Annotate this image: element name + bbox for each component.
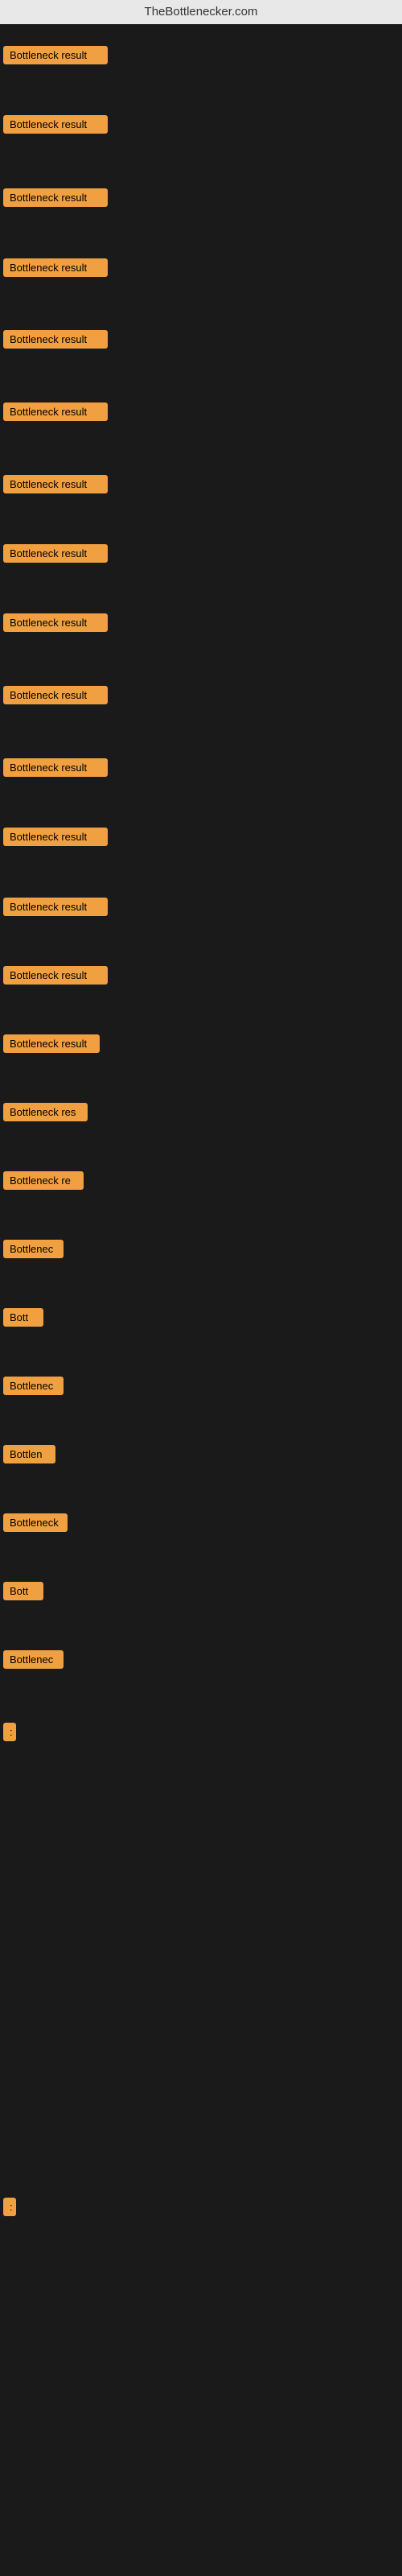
bottleneck-badge-16[interactable]: Bottleneck res bbox=[3, 1103, 88, 1121]
bottleneck-badge-5[interactable]: Bottleneck result bbox=[3, 330, 108, 349]
bottleneck-badge-18[interactable]: Bottlenec bbox=[3, 1240, 64, 1258]
bottleneck-badge-23[interactable]: Bott bbox=[3, 1582, 43, 1600]
bottleneck-badge-10[interactable]: Bottleneck result bbox=[3, 686, 108, 704]
result-row-8: Bottleneck result bbox=[3, 544, 108, 567]
result-row-10: Bottleneck result bbox=[3, 686, 108, 708]
result-row-14: Bottleneck result bbox=[3, 966, 108, 989]
site-title: TheBottlenecker.com bbox=[145, 5, 258, 19]
bottleneck-badge-17[interactable]: Bottleneck re bbox=[3, 1171, 84, 1190]
result-row-7: Bottleneck result bbox=[3, 475, 108, 497]
bottleneck-badge-4[interactable]: Bottleneck result bbox=[3, 258, 108, 277]
result-row-20: Bottlenec bbox=[3, 1377, 64, 1399]
result-row-2: Bottleneck result bbox=[3, 115, 108, 138]
bottleneck-badge-21[interactable]: Bottlen bbox=[3, 1445, 55, 1463]
bottleneck-badge-15[interactable]: Bottleneck result bbox=[3, 1034, 100, 1053]
bottleneck-badge-3[interactable]: Bottleneck result bbox=[3, 188, 108, 207]
result-row-21: Bottlen bbox=[3, 1445, 55, 1468]
result-row-26: : bbox=[3, 2198, 16, 2220]
bottleneck-badge-8[interactable]: Bottleneck result bbox=[3, 544, 108, 563]
result-row-17: Bottleneck re bbox=[3, 1171, 84, 1194]
result-row-11: Bottleneck result bbox=[3, 758, 108, 781]
result-row-12: Bottleneck result bbox=[3, 828, 108, 850]
bottleneck-badge-12[interactable]: Bottleneck result bbox=[3, 828, 108, 846]
bottleneck-badge-24[interactable]: Bottlenec bbox=[3, 1650, 64, 1669]
result-row-5: Bottleneck result bbox=[3, 330, 108, 353]
result-row-25: : bbox=[3, 1723, 16, 1745]
result-row-22: Bottleneck bbox=[3, 1513, 68, 1536]
result-row-16: Bottleneck res bbox=[3, 1103, 88, 1125]
result-row-1: Bottleneck result bbox=[3, 46, 108, 68]
site-title-bar: TheBottlenecker.com bbox=[0, 0, 402, 24]
bottleneck-badge-9[interactable]: Bottleneck result bbox=[3, 613, 108, 632]
bottleneck-badge-20[interactable]: Bottlenec bbox=[3, 1377, 64, 1395]
result-row-13: Bottleneck result bbox=[3, 898, 108, 920]
result-row-24: Bottlenec bbox=[3, 1650, 64, 1673]
bottleneck-badge-6[interactable]: Bottleneck result bbox=[3, 402, 108, 421]
bottleneck-badge-13[interactable]: Bottleneck result bbox=[3, 898, 108, 916]
bottleneck-badge-11[interactable]: Bottleneck result bbox=[3, 758, 108, 777]
result-row-18: Bottlenec bbox=[3, 1240, 64, 1262]
result-row-19: Bott bbox=[3, 1308, 43, 1331]
result-row-23: Bott bbox=[3, 1582, 43, 1604]
bottleneck-badge-19[interactable]: Bott bbox=[3, 1308, 43, 1327]
bottleneck-badge-1[interactable]: Bottleneck result bbox=[3, 46, 108, 64]
bottleneck-badge-26[interactable]: : bbox=[3, 2198, 16, 2216]
result-row-15: Bottleneck result bbox=[3, 1034, 100, 1057]
bottleneck-badge-7[interactable]: Bottleneck result bbox=[3, 475, 108, 493]
result-row-9: Bottleneck result bbox=[3, 613, 108, 636]
bottleneck-badge-14[interactable]: Bottleneck result bbox=[3, 966, 108, 985]
result-row-4: Bottleneck result bbox=[3, 258, 108, 281]
result-row-6: Bottleneck result bbox=[3, 402, 108, 425]
bottleneck-badge-22[interactable]: Bottleneck bbox=[3, 1513, 68, 1532]
bottleneck-badge-2[interactable]: Bottleneck result bbox=[3, 115, 108, 134]
result-row-3: Bottleneck result bbox=[3, 188, 108, 211]
bottleneck-badge-25[interactable]: : bbox=[3, 1723, 16, 1741]
